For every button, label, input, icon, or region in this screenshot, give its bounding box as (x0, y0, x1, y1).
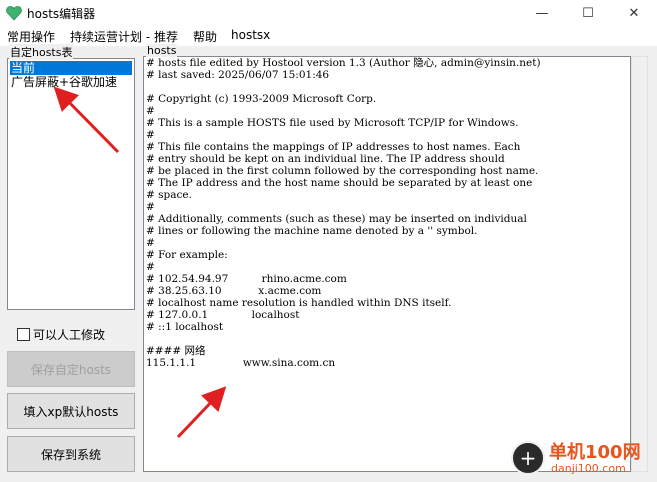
menu-help[interactable]: 帮助 (193, 28, 217, 45)
editor-line: # (146, 261, 155, 273)
list-item-current[interactable]: 当前 (10, 61, 132, 75)
editor-line: # hosts file edited by Hostool version 1… (146, 57, 541, 69)
title-bar: hosts编辑器 — ☐ ✕ (0, 0, 657, 26)
maximize-button[interactable]: ☐ (565, 0, 611, 26)
editor-line: # Additionally, comments (such as these)… (146, 213, 527, 225)
editor-line: # For example: (146, 249, 228, 261)
editor-scrollbar[interactable] (631, 56, 648, 472)
editor-line: # This file contains the mappings of IP … (146, 141, 521, 153)
editor-line: # last saved: 2025/06/07 15:01:46 (146, 69, 330, 81)
menu-common-ops[interactable]: 常用操作 (7, 28, 55, 45)
editor-line: # (146, 237, 155, 249)
editor-line: # lines or following the machine name de… (146, 225, 478, 237)
save-custom-hosts-button[interactable]: 保存自定hosts (7, 351, 135, 387)
heart-shield-icon (6, 6, 22, 21)
hosts-list[interactable]: 当前 广告屏蔽+谷歌加速 (7, 58, 135, 310)
editor-line: # ::1 localhost (146, 321, 224, 333)
editor-line: # 127.0.0.1 localhost (146, 309, 300, 321)
menu-ops-plan[interactable]: 持续运营计划 - 推荐 (70, 28, 178, 45)
custom-hosts-group-label: 自定hosts表 (9, 44, 74, 60)
editor-line: # (146, 129, 155, 141)
editor-line: # (146, 105, 155, 117)
hosts-editor-text: # hosts file edited by Hostool version 1… (146, 57, 541, 369)
fill-xp-default-button[interactable]: 填入xp默认hosts (7, 393, 135, 429)
editor-line: 115.1.1.1 www.sina.com.cn (146, 357, 336, 369)
editor-line: # 38.25.63.10 x.acme.com (146, 285, 322, 297)
editor-line: # space. (146, 189, 192, 201)
save-to-system-button[interactable]: 保存到系统 (7, 436, 135, 472)
plus-icon: + (511, 441, 545, 475)
hosts-group-label: hosts (146, 44, 178, 57)
editor-line: # This is a sample HOSTS file used by Mi… (146, 117, 519, 129)
manual-edit-label: 可以人工修改 (33, 327, 106, 342)
menu-bar: 常用操作 持续运营计划 - 推荐 帮助 hostsx (0, 26, 657, 46)
editor-line: # be placed in the first column followed… (146, 165, 539, 177)
editor-line: # entry should be kept on an individual … (146, 153, 505, 165)
minimize-button[interactable]: — (519, 0, 565, 26)
list-item-adblock[interactable]: 广告屏蔽+谷歌加速 (10, 75, 117, 89)
editor-line: # The IP address and the host name shoul… (146, 177, 533, 189)
window-title: hosts编辑器 (27, 7, 96, 21)
watermark-sub: danji100.com (551, 462, 626, 475)
manual-edit-checkbox[interactable] (17, 327, 30, 341)
editor-line: # (146, 201, 155, 213)
watermark-main: 单机100网 (549, 442, 641, 463)
editor-line: # 102.54.94.97 rhino.acme.com (146, 273, 347, 285)
close-button[interactable]: ✕ (611, 0, 657, 26)
editor-line: # localhost name resolution is handled w… (146, 297, 452, 309)
hosts-editor[interactable]: # hosts file edited by Hostool version 1… (143, 56, 631, 472)
watermark: + 单机100网 danji100.com (507, 435, 655, 481)
editor-line: #### 网络 (146, 345, 206, 357)
menu-hostsx[interactable]: hostsx (231, 28, 270, 42)
editor-line: # Copyright (c) 1993-2009 Microsoft Corp… (146, 93, 377, 105)
manual-edit-checkbox-row[interactable]: 可以人工修改 (17, 326, 105, 342)
